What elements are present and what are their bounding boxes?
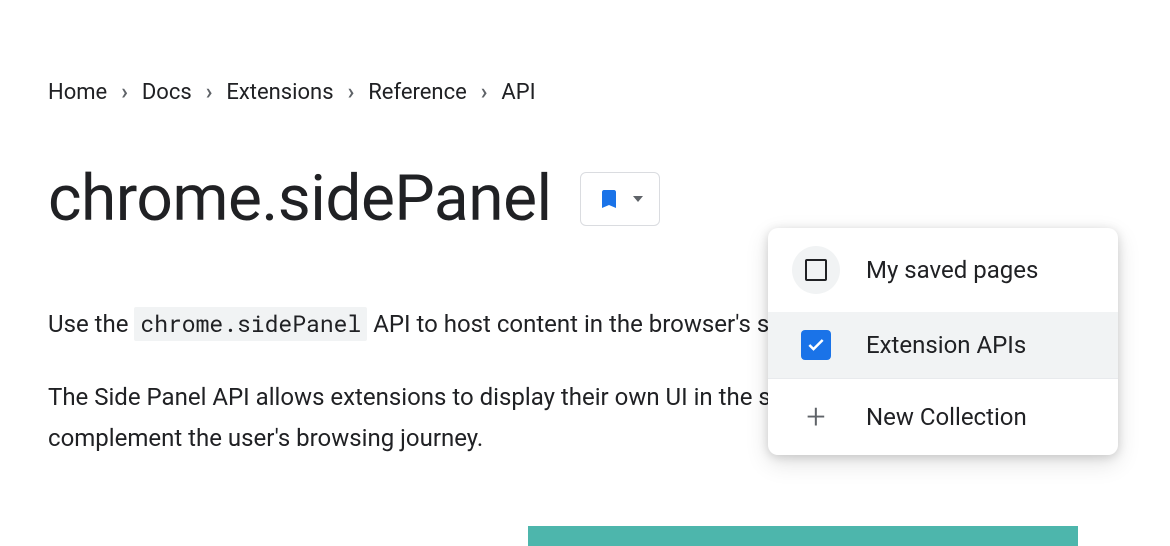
page-title: chrome.sidePanel (48, 161, 552, 236)
collection-item-extension-apis[interactable]: Extension APIs (768, 312, 1118, 378)
caret-down-icon (633, 196, 643, 202)
breadcrumb-extensions[interactable]: Extensions (226, 80, 333, 105)
new-collection-button[interactable]: + New Collection (768, 379, 1118, 455)
chevron-right-icon: › (348, 80, 355, 105)
breadcrumb-api[interactable]: API (501, 80, 535, 105)
breadcrumb-docs[interactable]: Docs (142, 80, 192, 105)
breadcrumb-home[interactable]: Home (48, 80, 107, 105)
collection-label: New Collection (866, 403, 1027, 431)
chevron-right-icon: › (206, 80, 213, 105)
empty-checkbox-icon (792, 246, 840, 294)
chevron-right-icon: › (121, 80, 128, 105)
checked-checkbox-icon (801, 330, 831, 360)
chevron-right-icon: › (481, 80, 488, 105)
collection-label: Extension APIs (866, 331, 1026, 359)
bookmark-button[interactable] (580, 172, 660, 226)
code-inline: chrome.sidePanel (134, 307, 367, 341)
breadcrumb-reference[interactable]: Reference (368, 80, 467, 105)
image-preview-bar (528, 526, 1078, 546)
breadcrumb: Home › Docs › Extensions › Reference › A… (48, 80, 1170, 105)
bookmark-dropdown: My saved pages Extension APIs + New Coll… (768, 228, 1118, 455)
bookmark-icon (597, 187, 621, 211)
collection-item-saved-pages[interactable]: My saved pages (768, 228, 1118, 312)
collection-label: My saved pages (866, 256, 1038, 284)
paragraph-text: Use the (48, 310, 134, 338)
plus-icon: + (792, 397, 840, 437)
